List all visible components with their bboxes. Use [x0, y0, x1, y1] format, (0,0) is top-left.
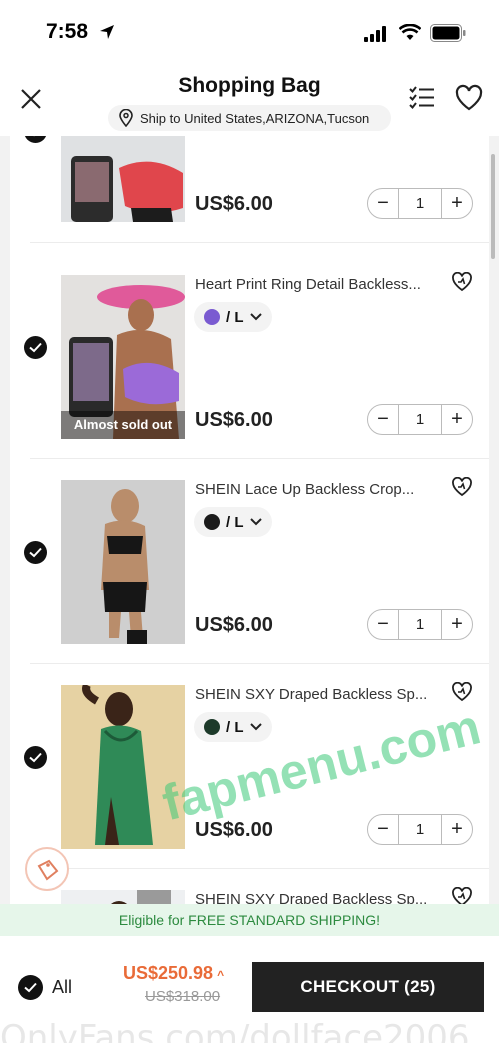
product-image[interactable]: [61, 136, 185, 222]
coupon-float-button[interactable]: [25, 847, 69, 891]
variant-selector[interactable]: / L: [194, 712, 272, 742]
quantity-stepper[interactable]: − 1 +: [367, 814, 473, 845]
product-image[interactable]: [61, 685, 185, 849]
heart-add-icon: [452, 271, 472, 292]
quantity-value[interactable]: 1: [398, 815, 442, 844]
cart-card: US$6.00 − 1 + Almost sold out Heart Prin…: [10, 136, 489, 936]
check-icon: [29, 547, 42, 558]
status-time: 7:58: [46, 20, 89, 43]
bottom-watermark-strip: OnlyFans.com/dollface2006: [0, 1018, 499, 1043]
check-icon: [33, 136, 35, 137]
wifi-icon: [399, 24, 421, 40]
item-checkbox[interactable]: [24, 746, 47, 769]
size-label: / L: [226, 308, 244, 326]
heart-add-icon: [452, 681, 472, 702]
color-swatch: [204, 514, 220, 530]
increase-button[interactable]: +: [442, 189, 472, 218]
move-to-wishlist-button[interactable]: [451, 271, 473, 292]
chevron-up-icon: ^: [217, 968, 225, 982]
select-all-label[interactable]: All: [52, 977, 72, 998]
quantity-value[interactable]: 1: [398, 189, 442, 218]
size-label: / L: [226, 513, 244, 531]
total-price[interactable]: US$250.98 ^: [123, 963, 224, 984]
move-to-wishlist-button[interactable]: [451, 476, 473, 497]
divider: [30, 242, 489, 243]
select-all-checkbox[interactable]: [18, 975, 43, 1000]
item-checkbox[interactable]: [24, 336, 47, 359]
tag-icon: [37, 859, 59, 881]
edit-list-button[interactable]: [408, 84, 436, 112]
quantity-value[interactable]: 1: [398, 610, 442, 639]
total-price-value: US$250.98: [123, 963, 214, 983]
original-price: US$318.00: [145, 988, 221, 1005]
quantity-stepper[interactable]: − 1 +: [367, 609, 473, 640]
battery-icon: [430, 24, 466, 42]
product-image[interactable]: Almost sold out: [61, 275, 185, 439]
checklist-icon: [409, 86, 434, 110]
cart-item[interactable]: SHEIN SXY Draped Backless Sp... / L US$6…: [10, 664, 489, 869]
wishlist-button[interactable]: [454, 84, 484, 112]
check-icon: [29, 752, 42, 763]
item-price: US$6.00: [195, 193, 273, 215]
cart-list[interactable]: US$6.00 − 1 + Almost sold out Heart Prin…: [0, 136, 499, 936]
product-title[interactable]: SHEIN Lace Up Backless Crop...: [195, 481, 443, 498]
cart-item[interactable]: US$6.00 − 1 +: [10, 136, 489, 243]
location-pin-icon: [119, 109, 133, 127]
header: Shopping Bag Ship to United States,ARIZO…: [0, 64, 499, 136]
variant-selector[interactable]: / L: [194, 302, 272, 332]
item-checkbox[interactable]: [24, 541, 47, 564]
product-title[interactable]: SHEIN SXY Draped Backless Sp...: [195, 686, 443, 703]
item-price: US$6.00: [195, 409, 273, 431]
checkout-button[interactable]: CHECKOUT (25): [252, 962, 484, 1012]
product-photo: [61, 685, 185, 849]
sold-out-badge: Almost sold out: [61, 411, 185, 439]
heart-icon: [455, 84, 483, 111]
bottom-watermark-text: OnlyFans.com/dollface2006: [0, 1018, 470, 1043]
cart-item[interactable]: Almost sold out Heart Print Ring Detail …: [10, 254, 489, 459]
size-label: / L: [226, 718, 244, 736]
quantity-stepper[interactable]: − 1 +: [367, 188, 473, 219]
heart-add-icon: [452, 476, 472, 497]
location-arrow-icon: [100, 25, 114, 39]
chevron-down-icon: [249, 723, 262, 731]
decrease-button[interactable]: −: [368, 189, 398, 218]
product-photo: [61, 136, 185, 222]
free-shipping-banner: Eligible for FREE STANDARD SHIPPING!: [0, 904, 499, 936]
item-price: US$6.00: [195, 819, 273, 841]
product-image[interactable]: [61, 480, 185, 644]
cart-item[interactable]: SHEIN Lace Up Backless Crop... / L US$6.…: [10, 459, 489, 664]
decrease-button[interactable]: −: [368, 610, 398, 639]
move-to-wishlist-button[interactable]: [451, 681, 473, 702]
decrease-button[interactable]: −: [368, 815, 398, 844]
ship-to-text: Ship to United States,ARIZONA,Tucson: [140, 110, 370, 126]
color-swatch: [204, 719, 220, 735]
variant-selector[interactable]: / L: [194, 507, 272, 537]
product-title[interactable]: Heart Print Ring Detail Backless...: [195, 276, 443, 293]
increase-button[interactable]: +: [442, 405, 472, 434]
quantity-stepper[interactable]: − 1 +: [367, 404, 473, 435]
item-price: US$6.00: [195, 614, 273, 636]
check-icon: [24, 982, 37, 993]
ship-to-selector[interactable]: Ship to United States,ARIZONA,Tucson: [108, 105, 391, 131]
scrollbar[interactable]: [491, 154, 495, 259]
increase-button[interactable]: +: [442, 815, 472, 844]
product-photo: [61, 480, 185, 644]
decrease-button[interactable]: −: [368, 405, 398, 434]
chevron-down-icon: [249, 518, 262, 526]
item-checkbox[interactable]: [24, 136, 47, 143]
status-bar: 7:58: [0, 0, 499, 64]
quantity-value[interactable]: 1: [398, 405, 442, 434]
color-swatch: [204, 309, 220, 325]
increase-button[interactable]: +: [442, 610, 472, 639]
check-icon: [29, 342, 42, 353]
signal-icon: [364, 26, 386, 42]
chevron-down-icon: [249, 313, 262, 321]
